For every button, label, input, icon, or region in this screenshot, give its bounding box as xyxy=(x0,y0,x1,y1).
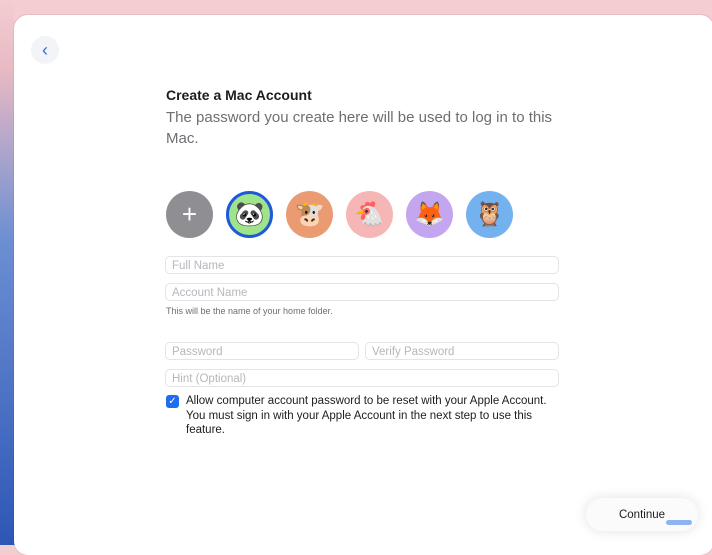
setup-assistant-window: ‹ Create a Mac Account The password you … xyxy=(14,15,712,555)
owl-avatar[interactable]: 🦉 xyxy=(466,191,513,238)
chevron-left-icon: ‹ xyxy=(42,39,48,60)
checkmark-icon: ✓ xyxy=(168,396,177,407)
panda-avatar[interactable]: 🐼 xyxy=(226,191,273,238)
plus-icon: + xyxy=(181,199,198,229)
fox-avatar[interactable]: 🦊 xyxy=(406,191,453,238)
full-name-field[interactable]: Full Name xyxy=(165,256,559,274)
account-name-field[interactable]: Account Name xyxy=(165,283,559,301)
allow-reset-row: ✓ Allow computer account password to be … xyxy=(166,394,556,438)
cow-avatar[interactable]: 🐮 xyxy=(286,191,333,238)
account-name-helper: This will be the name of your home folde… xyxy=(166,306,333,316)
owl-icon: 🦉 xyxy=(474,201,505,228)
continue-focus-indicator xyxy=(666,520,692,525)
verify-password-field[interactable]: Verify Password xyxy=(365,342,559,360)
allow-reset-checkbox[interactable]: ✓ xyxy=(166,395,179,408)
allow-reset-label[interactable]: Allow computer account password to be re… xyxy=(186,394,556,438)
panda-icon: 🐼 xyxy=(234,201,265,228)
page-subtitle: The password you create here will be use… xyxy=(166,109,553,147)
hint-field[interactable]: Hint (Optional) xyxy=(165,369,559,387)
page-title: Create a Mac Account xyxy=(166,87,312,103)
avatar-picker: + 🐼 🐮 🐔 🦊 🦉 xyxy=(166,191,513,238)
chicken-avatar[interactable]: 🐔 xyxy=(346,191,393,238)
back-button[interactable]: ‹ xyxy=(31,36,59,64)
fox-icon: 🦊 xyxy=(414,201,445,228)
chicken-icon: 🐔 xyxy=(354,201,385,228)
desktop-wallpaper-left xyxy=(0,0,14,545)
continue-button[interactable]: Continue xyxy=(586,498,698,531)
cow-icon: 🐮 xyxy=(294,201,325,228)
add-avatar-button[interactable]: + xyxy=(166,191,213,238)
password-field[interactable]: Password xyxy=(165,342,359,360)
